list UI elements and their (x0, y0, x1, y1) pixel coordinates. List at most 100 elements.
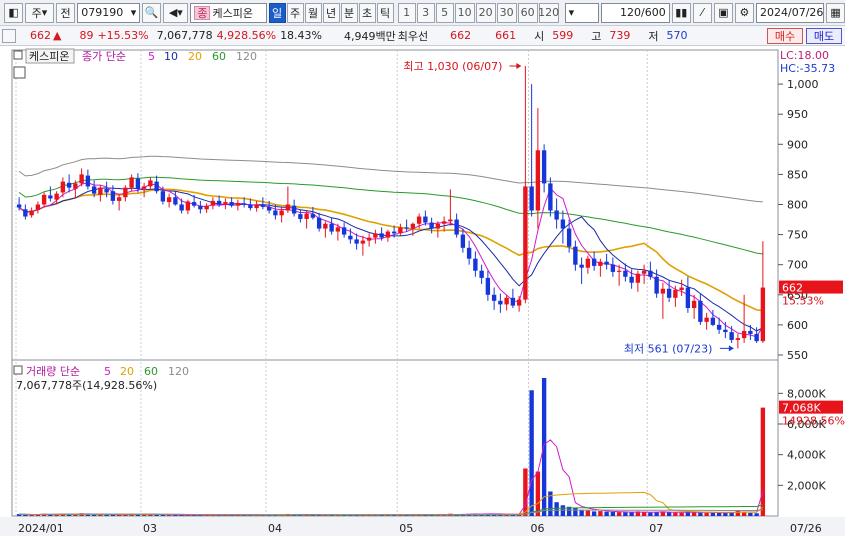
volume-ma-period-120: 120 (168, 365, 189, 378)
calendar-icon[interactable]: ▦ (826, 2, 845, 23)
stock-code-input[interactable]: 079190 ▾ (77, 2, 141, 23)
volume-value: 7,067,778 (156, 29, 213, 42)
count-field[interactable]: 120/600 (601, 2, 670, 23)
volume-bar (710, 512, 716, 516)
search-icon[interactable]: 🔍 (142, 2, 162, 23)
candle-body (423, 216, 428, 223)
candle-body (204, 205, 209, 210)
low-price: 570 (666, 29, 688, 42)
candle-body (429, 222, 434, 229)
volume-ma-label: 거래량 단순 (26, 365, 80, 378)
candle-body (285, 204, 291, 211)
stock-chart[interactable]: 5506006507007508008509009501,0002,000K4,… (0, 46, 845, 536)
period-tab-0[interactable]: 일 (268, 2, 286, 23)
interval-buttons: 1 3 5 10 20 30 60 120 (397, 2, 559, 23)
volume-toggle-icon[interactable] (13, 365, 23, 375)
candle-body (504, 297, 509, 305)
candle-body (210, 200, 216, 206)
window-icon[interactable]: ◧ (4, 2, 24, 23)
candle-body (360, 240, 366, 244)
candle-body (185, 201, 191, 211)
interval-custom-input[interactable]: ▾ (564, 2, 600, 23)
candle-body (604, 261, 609, 265)
candle-body (654, 276, 659, 294)
stock-name: 케스피온 (212, 6, 253, 20)
candle-body (179, 204, 184, 211)
volume-ma-period-60: 60 (144, 365, 158, 378)
period-tab-4[interactable]: 분 (340, 2, 358, 23)
sell-button[interactable]: 매도 (806, 28, 842, 44)
checkbox-icon[interactable] (2, 28, 16, 43)
volume-bar (598, 511, 603, 516)
candle-body (41, 194, 47, 205)
ma-period-120: 120 (236, 50, 257, 63)
candle-body (416, 216, 422, 224)
candle-body (548, 183, 553, 211)
period-tab-3[interactable]: 년 (322, 2, 340, 23)
candle-body (216, 200, 222, 205)
ma-period-20: 20 (188, 50, 202, 63)
candle-body (566, 228, 572, 247)
buy-button[interactable]: 매수 (767, 28, 803, 44)
candle-body (679, 287, 684, 290)
price-axis-label: 950 (787, 108, 808, 121)
candle-body (154, 181, 159, 192)
candle-body (698, 300, 703, 322)
volume-bar (535, 471, 541, 516)
interval-button-20[interactable]: 20 (475, 2, 496, 23)
settings-icon[interactable]: ⚙ (734, 2, 754, 23)
period-tab-1[interactable]: 주 (286, 2, 304, 23)
current-price-label: 662 (782, 282, 803, 295)
volume-bar (648, 512, 653, 516)
candle-body (391, 231, 397, 234)
candle-body (748, 330, 753, 334)
candle-body (635, 273, 641, 283)
candle-body (191, 202, 197, 206)
interval-button-10[interactable]: 10 (454, 2, 475, 23)
candle-body (473, 258, 478, 271)
candle-body (541, 150, 547, 184)
volume-bar (623, 512, 628, 516)
volume-bar (529, 390, 534, 516)
interval-button-1[interactable]: 1 (397, 2, 416, 23)
candle-body (685, 287, 691, 309)
interval-button-5[interactable]: 5 (435, 2, 454, 23)
prefix-button[interactable]: 전 (55, 2, 76, 23)
line-chart-icon[interactable]: ⁄ (692, 2, 712, 23)
candle-body (241, 203, 247, 205)
candle-body (441, 221, 447, 224)
candle-body (498, 300, 503, 305)
quote-bar: 662 ▲ 89 +15.53% 7,067,778 4,928.56% 18.… (0, 26, 845, 46)
candle-body (710, 317, 716, 325)
save-icon[interactable]: ▣ (713, 2, 733, 23)
high-price: 739 (609, 29, 631, 42)
high-annotation: 최고 1,030 (06/07) (403, 60, 502, 73)
period-tab-6[interactable]: 틱 (376, 2, 394, 23)
hc-value: HC:-35.73 (780, 62, 835, 75)
chart-type-icon[interactable]: ▮▮ (671, 2, 691, 23)
candle-body (110, 191, 116, 201)
candle-body (610, 264, 616, 272)
interval-button-30[interactable]: 30 (496, 2, 517, 23)
candle-body (35, 204, 41, 210)
date-input[interactable]: 2024/07/26 (756, 2, 824, 23)
stock-code-value: 079190 (81, 6, 124, 19)
interval-button-60[interactable]: 60 (517, 2, 538, 23)
current-price: 662 (30, 29, 51, 42)
period-tab-5[interactable]: 초 (358, 2, 376, 23)
speaker-icon[interactable]: ◀▾ (163, 2, 189, 23)
price-axis-label: 600 (787, 319, 808, 332)
candle-body (691, 300, 697, 309)
grid-toggle-icon[interactable] (13, 66, 26, 79)
candle-body (29, 210, 34, 216)
period-tab-2[interactable]: 월 (304, 2, 322, 23)
candle-body (229, 202, 234, 206)
panel-toggle-icon[interactable] (13, 50, 23, 60)
candle-body (260, 204, 266, 207)
market-select[interactable]: 주 ▾ (25, 2, 54, 23)
volume-bar (673, 512, 678, 516)
interval-button-120[interactable]: 120 (538, 2, 559, 23)
interval-button-3[interactable]: 3 (416, 2, 435, 23)
x-axis-label: 2024/01 (18, 522, 64, 535)
candle-body (491, 294, 497, 301)
